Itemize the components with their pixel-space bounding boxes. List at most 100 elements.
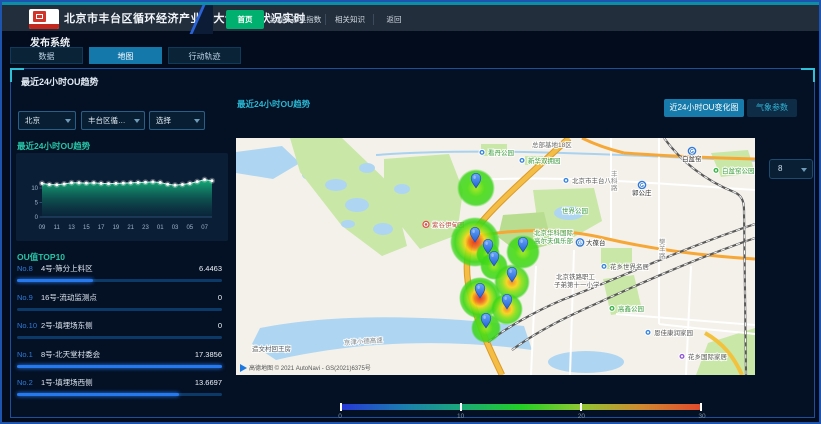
map-label: 丰科路 bbox=[611, 169, 618, 192]
trend-point bbox=[188, 182, 191, 185]
weather-params-button[interactable]: 气象参数 bbox=[747, 99, 797, 117]
trend-point bbox=[203, 178, 206, 181]
toplist-value: 13.6697 bbox=[195, 378, 222, 387]
toplist-row[interactable]: No.18号-北天堂村委会17.3856 bbox=[17, 349, 222, 368]
toplist-station-name: 4号-筛分上料区 bbox=[41, 263, 199, 274]
tab-data[interactable]: 数据 bbox=[10, 47, 83, 64]
map-label: 高尔夫俱乐部 bbox=[534, 236, 574, 245]
trend-point bbox=[85, 182, 88, 185]
legend-tick bbox=[460, 403, 462, 411]
trend-chart: 0510091113151719212301030507 bbox=[16, 153, 228, 241]
toplist-bar-fill bbox=[17, 393, 179, 396]
trend-chart-title: 最近24小时OU趋势 bbox=[17, 140, 90, 152]
toplist-row[interactable]: No.21号-填埋场西侧13.6697 bbox=[17, 377, 222, 396]
map-attribution: 高德地图 © 2021 AutoNavi - GS(2021)6375号 bbox=[240, 363, 371, 372]
x-tick-label: 07 bbox=[201, 225, 208, 231]
toplist-value: 6.4463 bbox=[199, 264, 222, 273]
toplist-bar-track bbox=[17, 393, 222, 396]
chevron-down-icon bbox=[65, 119, 71, 123]
map-label: 新华双拥园 bbox=[528, 156, 561, 165]
toplist-bar-track bbox=[17, 279, 222, 282]
nav-home[interactable]: 首页 bbox=[226, 10, 264, 29]
chevron-down-icon bbox=[801, 168, 807, 172]
tab-track[interactable]: 行动轨迹 bbox=[168, 47, 241, 64]
toplist-value: 0 bbox=[218, 321, 222, 330]
toplist-rank: No.8 bbox=[17, 264, 41, 273]
trend-point bbox=[122, 182, 125, 185]
trend-point bbox=[174, 184, 177, 187]
trend-point bbox=[107, 182, 110, 185]
legend-tick-label: 10 bbox=[451, 413, 471, 420]
subway-glyph: G bbox=[578, 240, 582, 246]
nav-odor-index[interactable]: 监测点恶臭指数 bbox=[268, 10, 322, 29]
toplist-bar-track bbox=[17, 308, 222, 311]
y-tick-label: 10 bbox=[31, 186, 38, 192]
logo-mark-icon bbox=[33, 11, 46, 22]
map-label: 白盆窑 bbox=[682, 154, 702, 163]
trend-chart-svg: 0510091113151719212301030507 bbox=[16, 153, 228, 241]
toplist-row[interactable]: No.84号-筛分上料区6.4463 bbox=[17, 263, 222, 282]
trend-point bbox=[144, 181, 147, 184]
main-panel: 最近24小时OU趋势 北京 丰台区循环经济产业园 选择 最近24小时OU趋势 0… bbox=[10, 68, 815, 418]
trend-point bbox=[196, 180, 199, 183]
map-label: 白盆窑公园 bbox=[722, 166, 755, 175]
x-tick-label: 17 bbox=[98, 225, 105, 231]
toplist-station-name: 8号-北天堂村委会 bbox=[41, 349, 195, 360]
legend-tick bbox=[580, 403, 582, 411]
map-label: 总部基地18区 bbox=[532, 140, 572, 149]
map-label: 看丹公园 bbox=[488, 149, 514, 157]
top-bar: 北京市丰台区循环经济产业园大气恶臭状况实时 首页 监测点恶臭指数 相关知识 返回 bbox=[2, 2, 819, 31]
trend-point bbox=[55, 183, 58, 186]
trend-point bbox=[63, 182, 66, 185]
nav-back[interactable]: 返回 bbox=[378, 10, 410, 29]
x-tick-label: 13 bbox=[68, 225, 75, 231]
toplist-station-name: 16号-流动监测点 bbox=[41, 292, 218, 303]
toplist-row[interactable]: No.102号-填埋场东侧0 bbox=[17, 320, 222, 339]
toplist-station-name: 2号-填埋场东侧 bbox=[41, 320, 218, 331]
trend-point bbox=[129, 181, 132, 184]
park-dropdown[interactable]: 丰台区循环经济产业园 bbox=[81, 111, 145, 130]
x-tick-label: 03 bbox=[172, 225, 179, 231]
toplist-rank: No.10 bbox=[17, 321, 41, 330]
panel-title: 最近24小时OU趋势 bbox=[21, 75, 99, 88]
trend-point bbox=[151, 180, 154, 183]
y-tick-label: 0 bbox=[35, 215, 39, 221]
x-tick-label: 09 bbox=[39, 225, 46, 231]
ou-change-map-button[interactable]: 近24小时OU变化图 bbox=[664, 99, 744, 117]
map-label: 北京铁路职工 bbox=[556, 272, 596, 281]
x-tick-label: 01 bbox=[157, 225, 164, 231]
chevron-down-icon bbox=[134, 119, 140, 123]
map-canvas[interactable]: 总部基地18区看丹公园新华双拥园北京市丰台八中G郭公庄世界公园紫谷伊甸园G白盆窑… bbox=[236, 138, 755, 375]
ou-top-list: No.84号-筛分上料区6.4463No.916号-流动监测点0No.102号-… bbox=[17, 263, 222, 406]
toplist-row[interactable]: No.916号-流动监测点0 bbox=[17, 292, 222, 311]
toplist-title: OU值TOP10 bbox=[17, 251, 65, 263]
map-label: 大葆台 bbox=[586, 238, 606, 247]
nav-separator bbox=[373, 14, 374, 25]
map-label: 恩佳康润家园 bbox=[654, 328, 693, 337]
tab-map[interactable]: 地图 bbox=[89, 47, 162, 64]
toplist-rank: No.2 bbox=[17, 378, 41, 387]
map-zoom-select[interactable]: 8 bbox=[769, 159, 813, 179]
legend-tick-label: 0 bbox=[330, 413, 350, 420]
map-label: 北京华科国际 bbox=[534, 228, 574, 237]
map-label: 花乡国际家居 bbox=[688, 352, 728, 361]
legend-tick-label: 30 bbox=[692, 413, 712, 420]
logo-banner bbox=[29, 24, 59, 29]
city-dropdown[interactable]: 北京 bbox=[18, 111, 76, 130]
map-label: 郭公庄 bbox=[632, 188, 652, 197]
toplist-rank: No.1 bbox=[17, 350, 41, 359]
map-label: 子弟第十一小学 bbox=[554, 280, 600, 289]
map-label: 高鑫公园 bbox=[618, 304, 644, 313]
nav-knowledge[interactable]: 相关知识 bbox=[330, 10, 370, 29]
trend-area bbox=[42, 180, 212, 217]
site-dropdown[interactable]: 选择 bbox=[149, 111, 205, 130]
legend-tick bbox=[700, 403, 702, 411]
ou-color-legend bbox=[340, 404, 702, 410]
nav-separator bbox=[325, 14, 326, 25]
x-tick-label: 21 bbox=[127, 225, 134, 231]
toplist-bar-fill bbox=[17, 279, 93, 282]
trend-point bbox=[181, 183, 184, 186]
legend-tick bbox=[340, 403, 342, 411]
amap-logo-icon bbox=[240, 364, 247, 372]
trend-point bbox=[137, 181, 140, 184]
